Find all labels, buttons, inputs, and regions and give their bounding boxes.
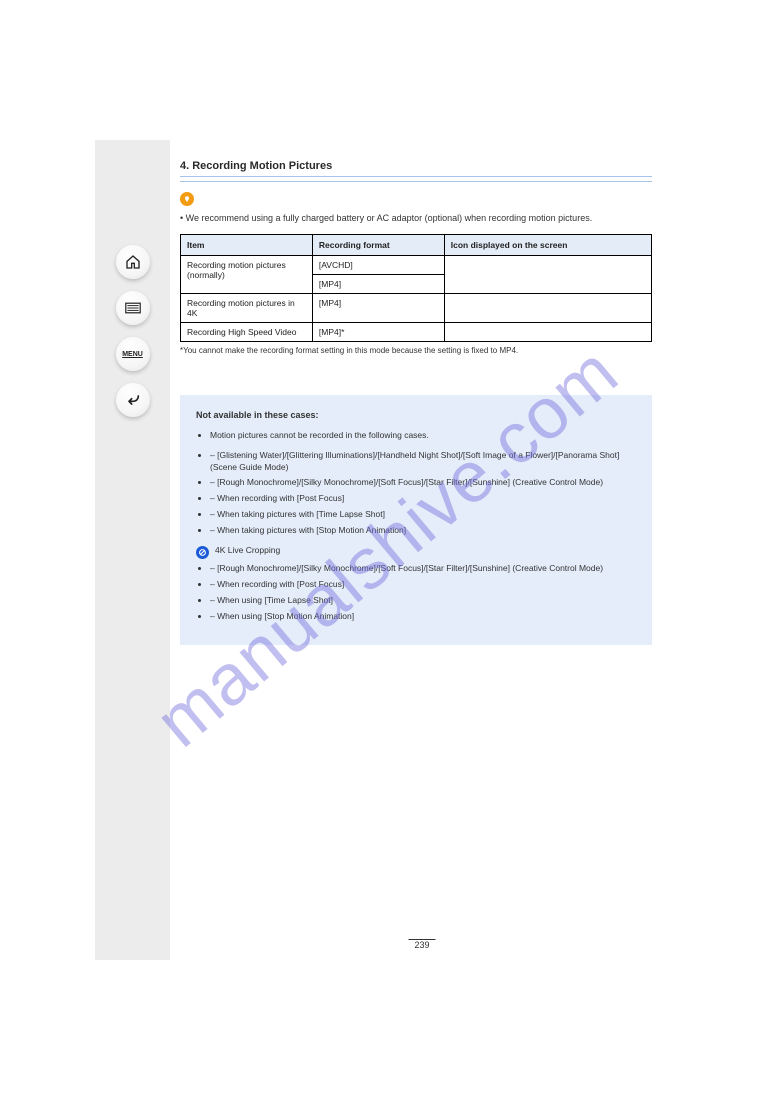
list-item: Motion pictures cannot be recorded in th… [210,430,636,442]
page-title: 4. Recording Motion Pictures [180,160,652,172]
divider [180,176,652,177]
lightbulb-icon [180,192,194,206]
list-item: When using [Time Lapse Shot] [210,595,636,607]
info-blue-label: 4K Live Cropping [215,545,280,557]
list-item: When recording with [Post Focus] [210,493,636,505]
list-item: [Rough Monochrome]/[Silky Monochrome]/[S… [210,477,636,489]
info-box: Not available in these cases: Motion pic… [180,395,652,644]
list-item: [Glistening Water]/[Glittering Illuminat… [210,450,636,474]
list-icon [125,302,141,314]
page-content: 4. Recording Motion Pictures • We recomm… [170,140,674,960]
list-item: [Rough Monochrome]/[Silky Monochrome]/[S… [210,563,636,575]
table-cell [444,294,651,323]
table-cell: Recording High Speed Video [181,323,313,342]
list-item: When using [Stop Motion Animation] [210,611,636,623]
table-header: Recording format [312,235,444,256]
info-list: Motion pictures cannot be recorded in th… [196,430,636,442]
table-header: Icon displayed on the screen [444,235,651,256]
back-arrow-icon [125,393,141,407]
table-cell [444,256,651,294]
sub-list-2: [Rough Monochrome]/[Silky Monochrome]/[S… [196,563,636,623]
menu-label: MENU [122,351,143,358]
page-number: 239 [408,939,435,950]
list-item: When taking pictures with [Stop Motion A… [210,525,636,537]
list-item: When recording with [Post Focus] [210,579,636,591]
table-note: *You cannot make the recording format se… [180,346,652,355]
info-row: 4K Live Cropping [196,545,636,559]
table-cell: [MP4] [312,294,444,323]
divider [180,181,652,182]
sidebar: MENU [95,140,170,960]
home-button[interactable] [116,245,150,279]
table-cell: Recording motion pictures in 4K [181,294,313,323]
table-header: Item [181,235,313,256]
home-icon [125,254,141,270]
table-cell: Recording motion pictures (normally) [181,256,313,294]
list-item: When taking pictures with [Time Lapse Sh… [210,509,636,521]
table-cell: [MP4] [312,275,444,294]
table-cell: [AVCHD] [312,256,444,275]
info-title: Not available in these cases: [196,409,636,422]
tip-text: • We recommend using a fully charged bat… [180,212,652,224]
sub-list: [Glistening Water]/[Glittering Illuminat… [196,450,636,537]
no-icon [196,546,209,559]
tip-row [180,192,652,206]
list-button[interactable] [116,291,150,325]
back-button[interactable] [116,383,150,417]
table-cell [444,323,651,342]
menu-button[interactable]: MENU [116,337,150,371]
format-table: Item Recording format Icon displayed on … [180,234,652,342]
table-cell: [MP4]* [312,323,444,342]
